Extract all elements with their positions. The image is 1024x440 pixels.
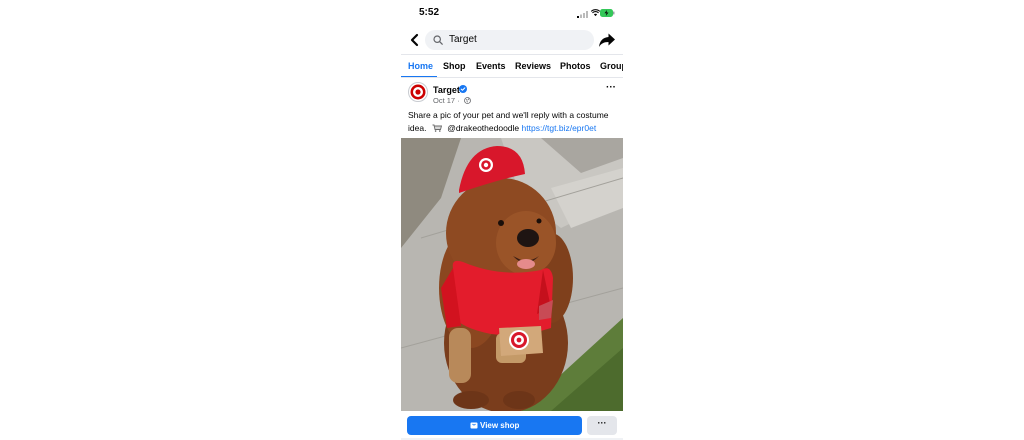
status-bar: 5:52 <box>401 0 623 28</box>
post-link[interactable]: https://tgt.biz/epr0et <box>522 123 597 133</box>
chevron-left-icon[interactable] <box>407 32 423 48</box>
tab-photos[interactable]: Photos <box>560 61 591 71</box>
post-text-line2: idea. @drakeothedoodle https://tgt.biz/e… <box>408 122 620 135</box>
view-shop-label: View shop <box>480 421 520 430</box>
top-bar: Target <box>401 28 623 52</box>
post-author[interactable]: Target <box>433 85 460 95</box>
target-logo-icon <box>410 84 426 100</box>
dog-in-target-costume-photo[interactable] <box>401 138 623 411</box>
shop-bag-icon <box>470 422 478 429</box>
tab-home[interactable]: Home <box>408 61 433 71</box>
battery-charging-icon <box>600 9 615 17</box>
globe-icon <box>463 97 471 104</box>
tab-shop[interactable]: Shop <box>443 61 466 71</box>
tab-groups[interactable]: Group <box>600 61 623 71</box>
search-icon <box>433 35 443 45</box>
target-avatar[interactable] <box>408 82 428 102</box>
page-tabs: Home Shop Events Reviews Photos Group <box>401 54 623 78</box>
post-mention[interactable]: @drakeothedoodle <box>447 123 519 133</box>
share-arrow-icon[interactable] <box>598 31 616 49</box>
active-tab-indicator <box>401 76 437 77</box>
verified-badge-icon <box>459 85 467 93</box>
post-text-prefix: idea. <box>408 122 427 133</box>
shopping-cart-emoji-icon <box>432 124 442 132</box>
post-text-line1: Share a pic of your pet and we'll reply … <box>408 110 609 120</box>
tab-events[interactable]: Events <box>476 61 506 71</box>
more-options-button[interactable]: ··· <box>587 416 617 435</box>
cellular-signal-icon <box>577 11 588 18</box>
tab-reviews[interactable]: Reviews <box>515 61 551 71</box>
post-meta: Oct 17 · <box>433 96 471 105</box>
search-input[interactable]: Target <box>425 30 594 50</box>
post-date: Oct 17 · <box>433 96 460 105</box>
wifi-icon <box>591 9 600 17</box>
phone-screen: 5:52 Target Home Shop Events Reviews Pho… <box>401 0 623 440</box>
view-shop-button[interactable]: View shop <box>407 416 582 435</box>
post-text: Share a pic of your pet and we'll reply … <box>408 109 620 134</box>
post-options-button[interactable]: ··· <box>606 82 620 93</box>
status-time: 5:52 <box>419 7 440 18</box>
search-value: Target <box>449 34 477 45</box>
